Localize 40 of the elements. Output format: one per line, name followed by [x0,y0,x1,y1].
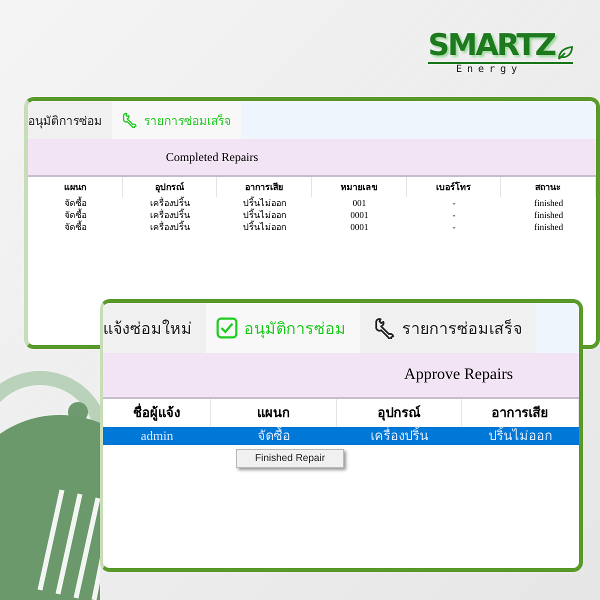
tab[interactable]: รายการซ่อมเสร็จ [360,303,536,353]
column-header[interactable]: แผนก [28,177,123,197]
logo-tagline: Energy [456,64,522,75]
table-cell-text: 0001 [349,221,370,233]
table-cell-text: 001 [352,197,368,209]
column-header[interactable]: อาการเสีย [217,177,312,197]
column-header[interactable]: เบอร์โทร [406,177,502,197]
table-cell-text: ปริ้นไม่ออก [242,209,288,220]
table-cell-text: finished [533,197,564,209]
table-cell: จัดซื้อ [211,427,337,445]
wrench-icon [122,112,138,128]
table-cell: เครื่องปริ้น [337,427,462,445]
wrench-icon [374,317,396,339]
table-cell: ปริ้นไม่ออก [462,427,579,445]
table-cell-text: เครื่องปริ้น [148,209,191,220]
leaf-icon [556,46,573,60]
table-cell-text: finished [533,209,564,221]
tab[interactable]: แจ้งซ่อมใหม่ [103,303,206,353]
tab[interactable]: อนุมัติการซ่อม [28,101,112,139]
table-cell-text: เครื่องปริ้น [148,221,191,233]
table-cell-text: ปริ้นไม่ออก [242,221,288,233]
menu-item[interactable]: Finished Repair [255,453,326,464]
table-cell-text: จัดซื้อ [63,209,88,220]
panel-title: Approve Repairs [404,366,513,384]
table-cell-text: - [451,221,456,233]
column-header[interactable]: อุปกรณ์ [122,177,218,197]
checkbox-icon [216,317,238,339]
table-cell: admin [103,427,211,445]
table-cell-text: finished [533,221,564,233]
table-cell-text: ปริ้นไม่ออก [242,197,288,208]
column-header[interactable]: หมายเลข [312,177,407,197]
table-cell-text: จัดซื้อ [63,221,88,233]
column-header[interactable]: สถานะ [501,177,596,197]
table-cell-text: - [451,209,456,221]
panel-title: Completed Repairs [166,150,258,164]
table-cell-text: 0001 [349,209,370,221]
table-cell-text: เครื่องปริ้น [148,197,191,208]
table-cell-text: - [451,197,456,209]
logo-text: SMARTZ [428,30,555,62]
table-cell-text: จัดซื้อ [63,197,88,208]
